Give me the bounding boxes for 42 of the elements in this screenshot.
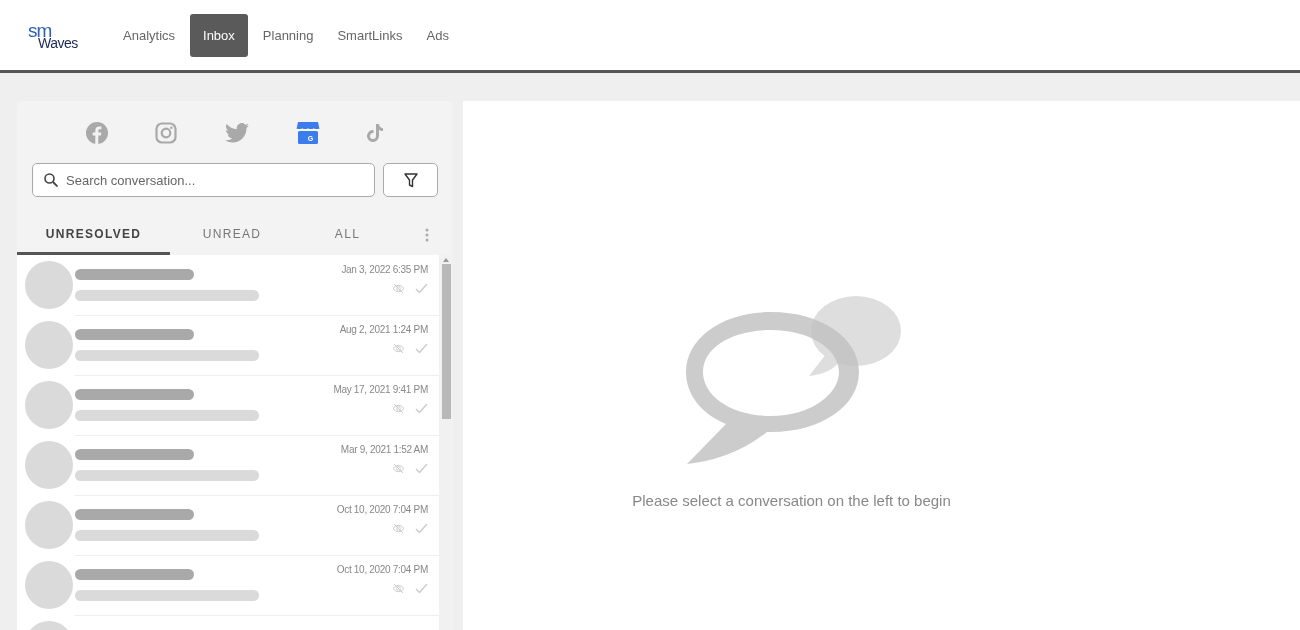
filter-button[interactable] bbox=[383, 163, 438, 197]
avatar bbox=[25, 441, 73, 489]
eye-off-icon[interactable] bbox=[392, 463, 405, 474]
filter-icon bbox=[403, 172, 418, 188]
tab[interactable]: ALL bbox=[294, 215, 401, 255]
nav-link[interactable]: Ads bbox=[417, 13, 458, 57]
avatar bbox=[25, 561, 73, 609]
eye-off-icon[interactable] bbox=[392, 583, 405, 594]
search-field[interactable]: Search conversation... bbox=[32, 163, 375, 197]
nav-link[interactable]: Planning bbox=[253, 13, 323, 57]
check-icon[interactable] bbox=[415, 283, 428, 294]
logo: sm Waves bbox=[28, 20, 79, 50]
eye-off-icon[interactable] bbox=[392, 403, 405, 414]
nav-link[interactable]: Analytics bbox=[114, 13, 185, 57]
avatar bbox=[25, 321, 73, 369]
eye-off-icon[interactable] bbox=[392, 343, 405, 354]
timestamp: Oct 10, 2020 7:04 PM bbox=[336, 564, 428, 575]
timestamp: May 17, 2021 9:41 PM bbox=[333, 384, 428, 395]
scroll-up-arrow-icon[interactable] bbox=[443, 258, 449, 262]
timestamp: Jan 3, 2022 6:35 PM bbox=[341, 264, 428, 275]
check-icon[interactable] bbox=[415, 583, 428, 594]
avatar bbox=[25, 381, 73, 429]
more-icon[interactable] bbox=[425, 228, 429, 242]
instagram-icon[interactable] bbox=[155, 122, 178, 144]
check-icon[interactable] bbox=[415, 523, 428, 534]
check-icon[interactable] bbox=[415, 463, 428, 474]
check-icon[interactable] bbox=[415, 343, 428, 354]
avatar bbox=[25, 501, 73, 549]
timestamp: Oct 10, 2020 7:04 PM bbox=[336, 504, 428, 515]
music-note-icon[interactable] bbox=[367, 123, 385, 143]
bird-icon[interactable] bbox=[224, 123, 249, 143]
avatar bbox=[25, 261, 73, 309]
check-icon[interactable] bbox=[415, 403, 428, 414]
nav-link[interactable]: Inbox bbox=[190, 13, 248, 57]
timestamp: Mar 9, 2021 1:52 AM bbox=[340, 444, 428, 455]
timestamp: Aug 2, 2021 1:24 PM bbox=[339, 324, 428, 335]
tab[interactable]: UNREAD bbox=[170, 215, 294, 255]
nav-link[interactable]: SmartLinks bbox=[328, 13, 412, 57]
eye-off-icon[interactable] bbox=[392, 523, 405, 534]
facebook-icon[interactable] bbox=[86, 122, 108, 144]
empty-state-message: Please select a conversation on the left to begin bbox=[632, 492, 951, 509]
eye-off-icon[interactable] bbox=[392, 283, 405, 294]
